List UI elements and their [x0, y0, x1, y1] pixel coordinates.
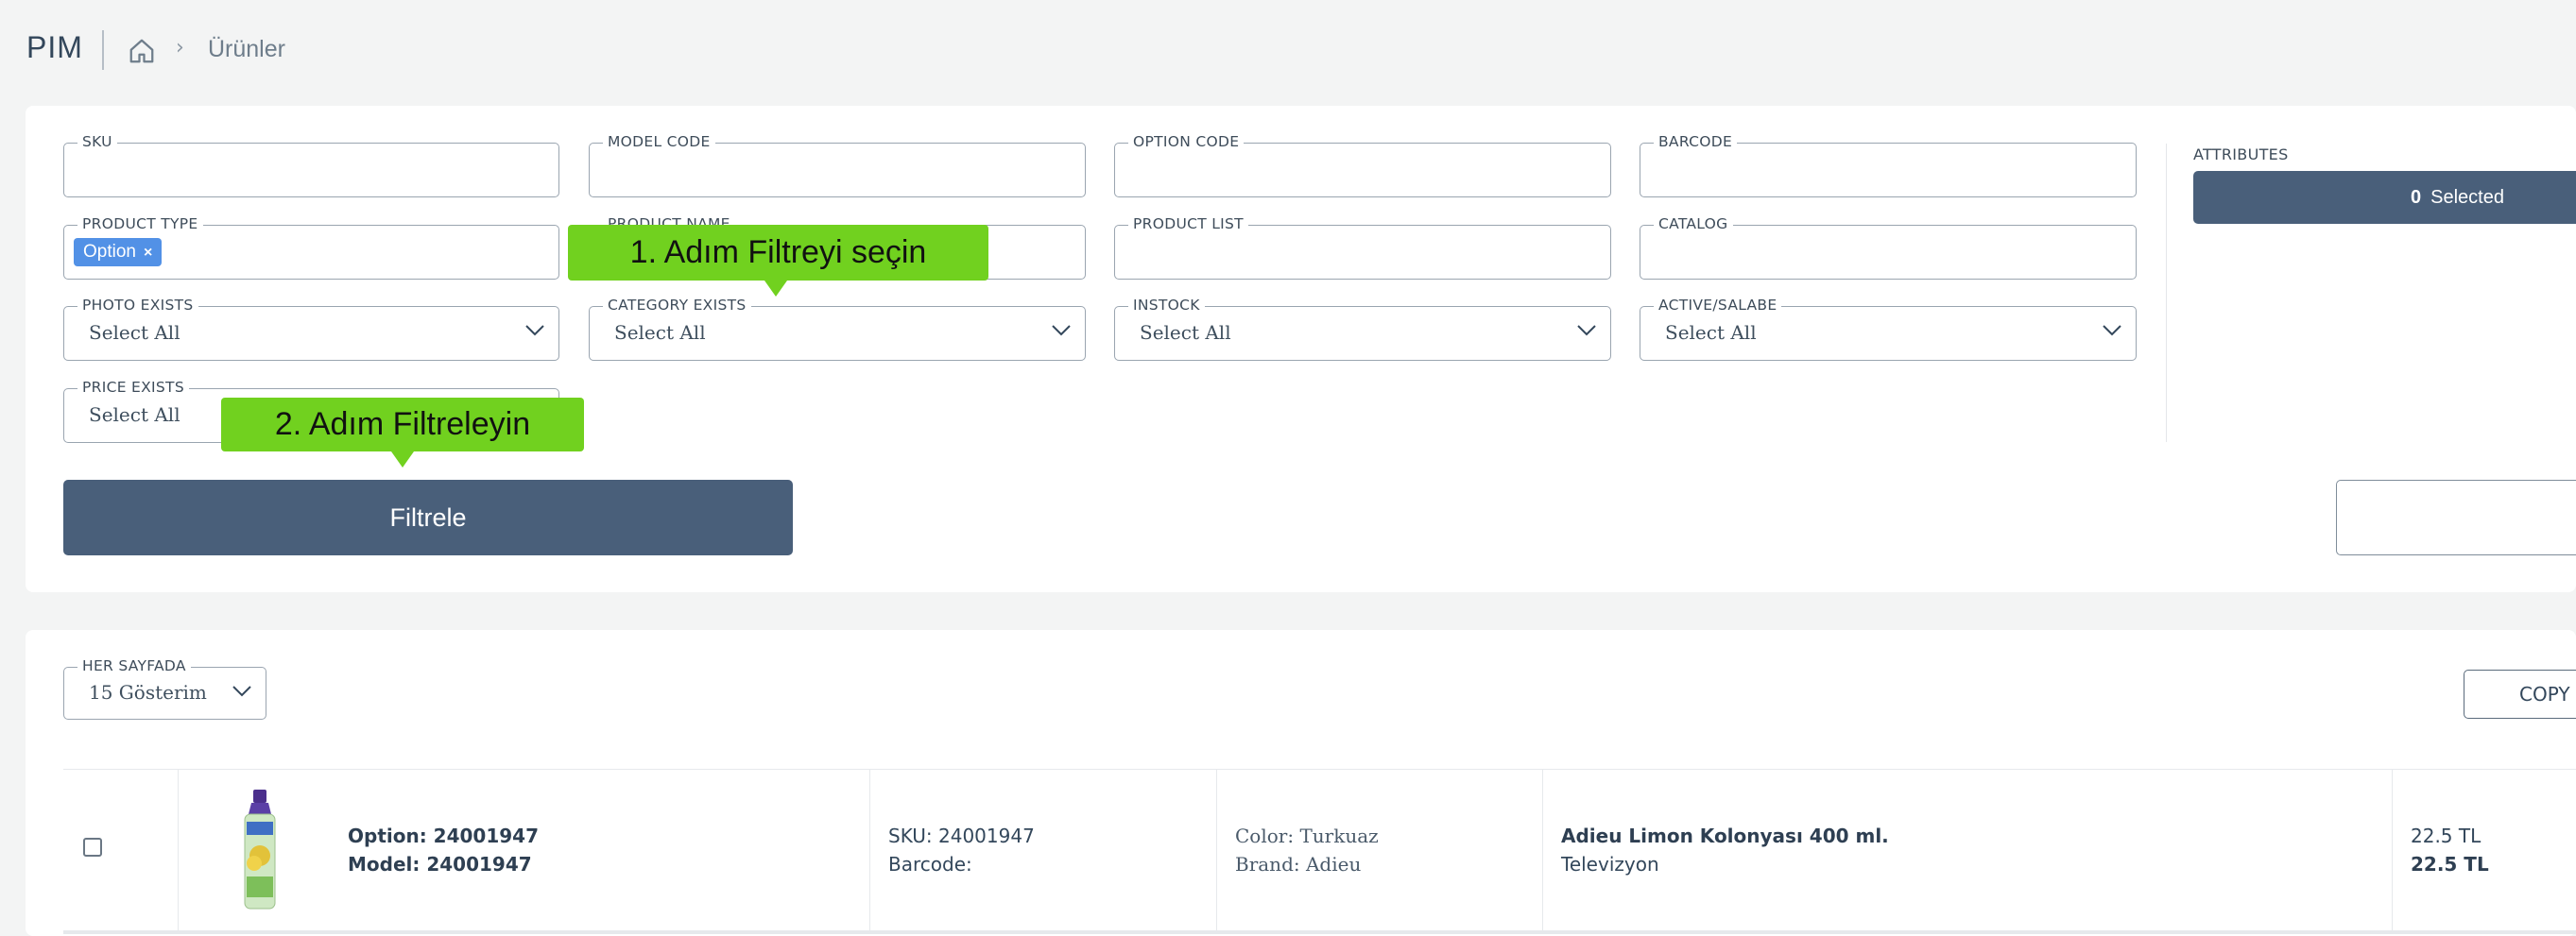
row-product-name[interactable]: Adieu Limon Kolonyası 400 ml. [1561, 825, 1889, 847]
tag-remove-icon[interactable]: × [144, 245, 152, 261]
step2-tooltip: 2. Adım Filtreleyin [221, 398, 584, 468]
chevron-down-icon [2103, 325, 2121, 336]
attributes-selected-text: Selected [2430, 187, 2504, 208]
row-price: 22.5 TL [2411, 825, 2482, 847]
attributes-select-button[interactable]: 0 Selected [2193, 171, 2576, 224]
row-checkbox[interactable] [83, 838, 102, 857]
breadcrumb-chevron-icon: › [176, 36, 184, 60]
price-exists-label: PRICE EXISTS [77, 379, 189, 396]
secondary-action-button[interactable] [2336, 480, 2576, 555]
active-salable-select[interactable]: ACTIVE/SALABE Select All [1640, 297, 2137, 361]
cell-divider [1542, 770, 1543, 930]
cell-divider [178, 770, 179, 930]
instock-label: INSTOCK [1128, 297, 1205, 314]
chevron-down-icon [232, 686, 251, 697]
row-brand: Brand: Adieu [1235, 853, 1362, 876]
sku-field[interactable]: SKU [63, 133, 559, 197]
product-type-field[interactable]: PRODUCT TYPE Option × [63, 215, 559, 280]
row-sale-price: 22.5 TL [2411, 853, 2489, 876]
per-page-value: 15 Gösterim [89, 681, 207, 704]
instock-select[interactable]: INSTOCK Select All [1114, 297, 1611, 361]
product-image[interactable] [239, 790, 281, 912]
product-type-tag[interactable]: Option × [74, 238, 163, 266]
chevron-down-icon [1577, 325, 1596, 336]
photo-exists-label: PHOTO EXISTS [77, 297, 198, 314]
filter-button[interactable]: Filtrele [63, 480, 793, 555]
sku-label: SKU [77, 133, 117, 150]
attributes-count: 0 [2411, 187, 2422, 208]
product-list-field[interactable]: PRODUCT LIST [1114, 215, 1611, 280]
active-salable-value: Select All [1665, 321, 1757, 344]
step1-tooltip: 1. Adım Filtreyi seçin [568, 225, 988, 297]
category-exists-value: Select All [614, 321, 706, 344]
cell-divider [2392, 770, 2393, 930]
active-salable-label: ACTIVE/SALABE [1654, 297, 1782, 314]
app-header: PIM › Ürünler [0, 0, 2576, 104]
per-page-label: HER SAYFADA [77, 657, 191, 674]
header-divider [102, 30, 104, 70]
barcode-field[interactable]: BARCODE [1640, 133, 2137, 197]
row-barcode: Barcode: [888, 853, 972, 876]
attributes-label: ATTRIBUTES [2193, 145, 2289, 163]
table-row-border [63, 769, 2576, 770]
attributes-divider [2166, 144, 2167, 442]
option-code-label: OPTION CODE [1128, 133, 1245, 150]
cell-divider [869, 770, 870, 930]
product-list-label: PRODUCT LIST [1128, 215, 1248, 232]
chevron-down-icon [1052, 325, 1071, 336]
row-category: Televizyon [1561, 853, 1659, 876]
barcode-label: BARCODE [1654, 133, 1738, 150]
category-exists-select[interactable]: CATEGORY EXISTS Select All [589, 297, 1086, 361]
photo-exists-select[interactable]: PHOTO EXISTS Select All [63, 297, 559, 361]
row-color: Color: Turkuaz [1235, 825, 1379, 847]
copy-button[interactable]: COPY [2464, 670, 2576, 719]
row-option: Option: 24001947 [348, 825, 540, 847]
product-list-panel [26, 630, 2576, 936]
row-sku: SKU: 24001947 [888, 825, 1035, 847]
price-exists-value: Select All [89, 403, 180, 426]
table-row-border [63, 930, 2576, 934]
per-page-select[interactable]: HER SAYFADA 15 Gösterim [63, 657, 266, 720]
home-icon[interactable] [128, 37, 156, 65]
row-model: Model: 24001947 [348, 853, 532, 876]
model-code-field[interactable]: MODEL CODE [589, 133, 1086, 197]
option-code-field[interactable]: OPTION CODE [1114, 133, 1611, 197]
model-code-label: MODEL CODE [603, 133, 715, 150]
category-exists-label: CATEGORY EXISTS [603, 297, 751, 314]
photo-exists-value: Select All [89, 321, 180, 344]
product-type-label: PRODUCT TYPE [77, 215, 203, 232]
catalog-label: CATALOG [1654, 215, 1733, 232]
instock-value: Select All [1140, 321, 1231, 344]
brand-logo[interactable]: PIM [26, 30, 83, 65]
catalog-field[interactable]: CATALOG [1640, 215, 2137, 280]
product-type-tag-text: Option [83, 242, 136, 262]
cell-divider [1216, 770, 1217, 930]
chevron-down-icon [525, 325, 544, 336]
breadcrumb-current[interactable]: Ürünler [208, 36, 285, 63]
